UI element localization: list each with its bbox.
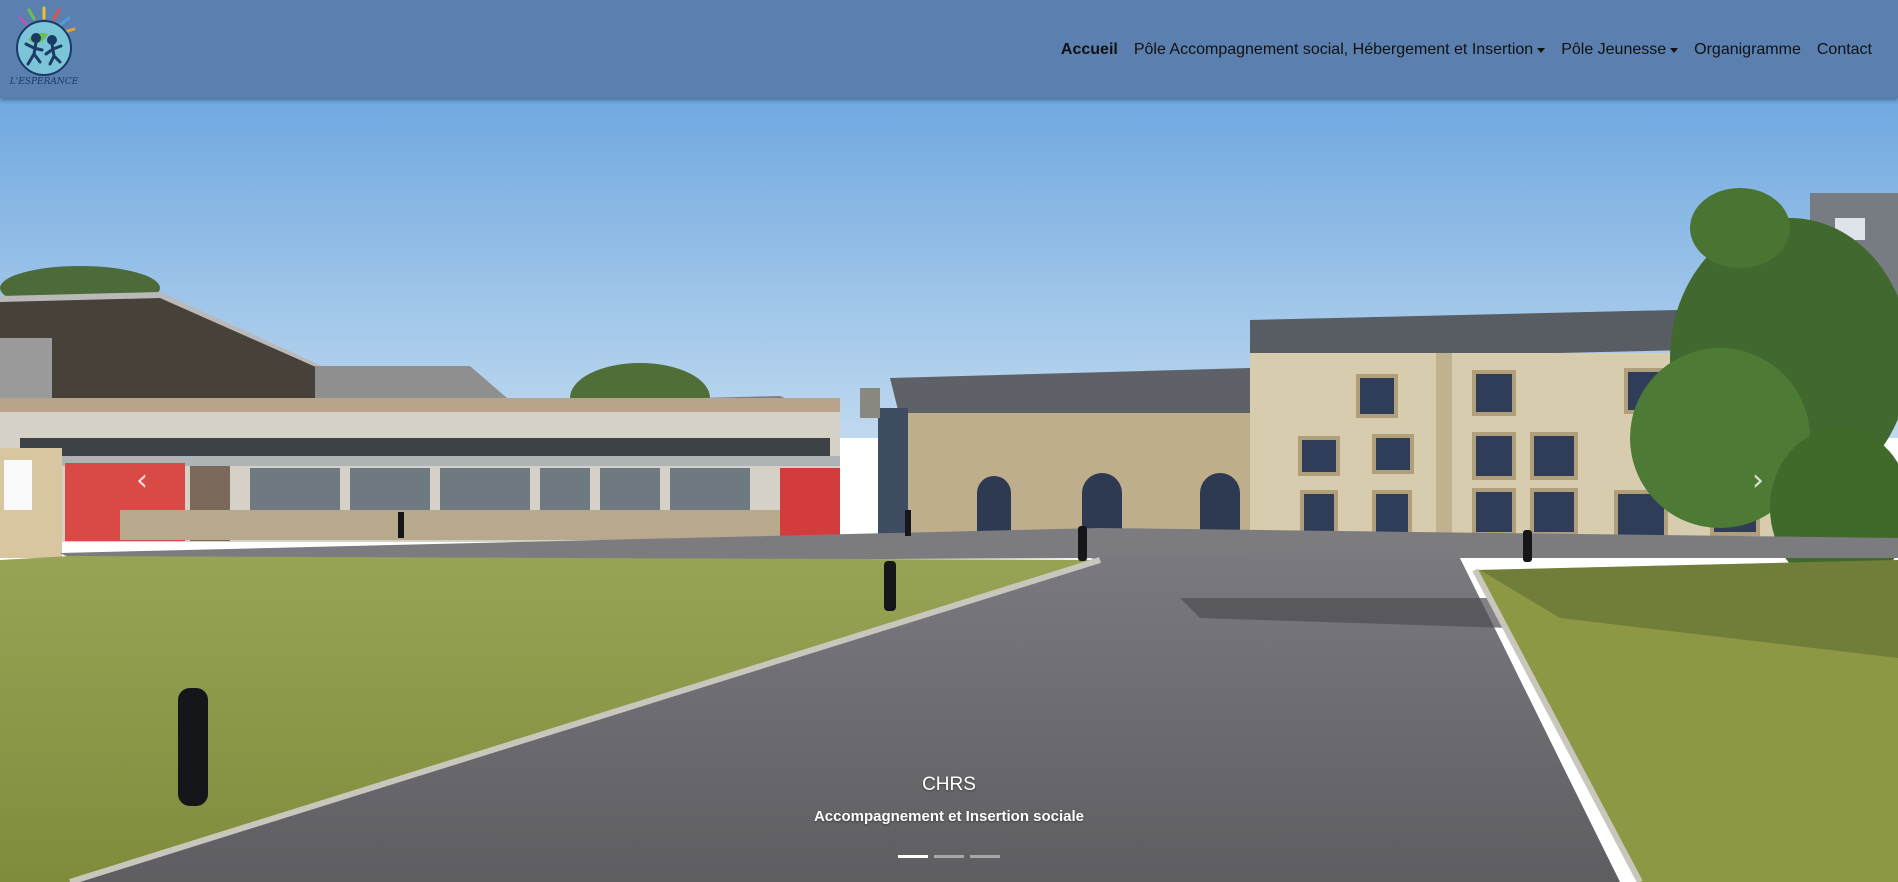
logo-text: L'ESPERANCE bbox=[9, 77, 79, 87]
nav-item-organigramme[interactable]: Organigramme bbox=[1686, 41, 1809, 59]
main-nav: Accueil Pôle Accompagnement social, Hébe… bbox=[1053, 38, 1880, 62]
esperance-logo[interactable]: L'ESPERANCE bbox=[6, 4, 82, 88]
nav-item-label: Pôle Jeunesse bbox=[1561, 41, 1667, 58]
nav-item-label: Contact bbox=[1816, 41, 1872, 58]
carousel-next-button[interactable]: › bbox=[1738, 460, 1778, 500]
carousel-indicator-3[interactable] bbox=[970, 855, 1000, 858]
chevron-left-icon: ‹ bbox=[136, 462, 148, 498]
nav-item-pole-accompagnement[interactable]: Pôle Accompagnement social, Hébergement … bbox=[1126, 41, 1553, 59]
carousel-indicators bbox=[0, 855, 1898, 858]
top-navbar: L'ESPERANCE Accueil Pôle Accompagnement … bbox=[0, 0, 1898, 98]
slide-title: CHRS bbox=[922, 774, 976, 795]
caret-down-icon bbox=[1537, 48, 1546, 53]
carousel-prev-button[interactable]: ‹ bbox=[122, 460, 162, 500]
hero-carousel: ‹ › CHRS Accompagnement et Insertion soc… bbox=[0, 98, 1898, 882]
nav-item-label: Organigramme bbox=[1694, 41, 1801, 58]
chevron-right-icon: › bbox=[1752, 462, 1764, 498]
slide-subtitle: Accompagnement et Insertion sociale bbox=[813, 808, 1085, 825]
carousel-indicator-2[interactable] bbox=[934, 855, 964, 858]
slide-photo-building-courtyard bbox=[0, 98, 1898, 882]
nav-item-pole-jeunesse[interactable]: Pôle Jeunesse bbox=[1553, 41, 1686, 59]
nav-item-label: Pôle Accompagnement social, Hébergement … bbox=[1133, 41, 1534, 58]
nav-item-contact[interactable]: Contact bbox=[1809, 41, 1880, 59]
nav-item-accueil[interactable]: Accueil bbox=[1053, 41, 1126, 59]
carousel-indicator-1[interactable] bbox=[898, 855, 928, 858]
nav-item-label: Accueil bbox=[1060, 41, 1118, 58]
caret-down-icon bbox=[1670, 48, 1679, 53]
